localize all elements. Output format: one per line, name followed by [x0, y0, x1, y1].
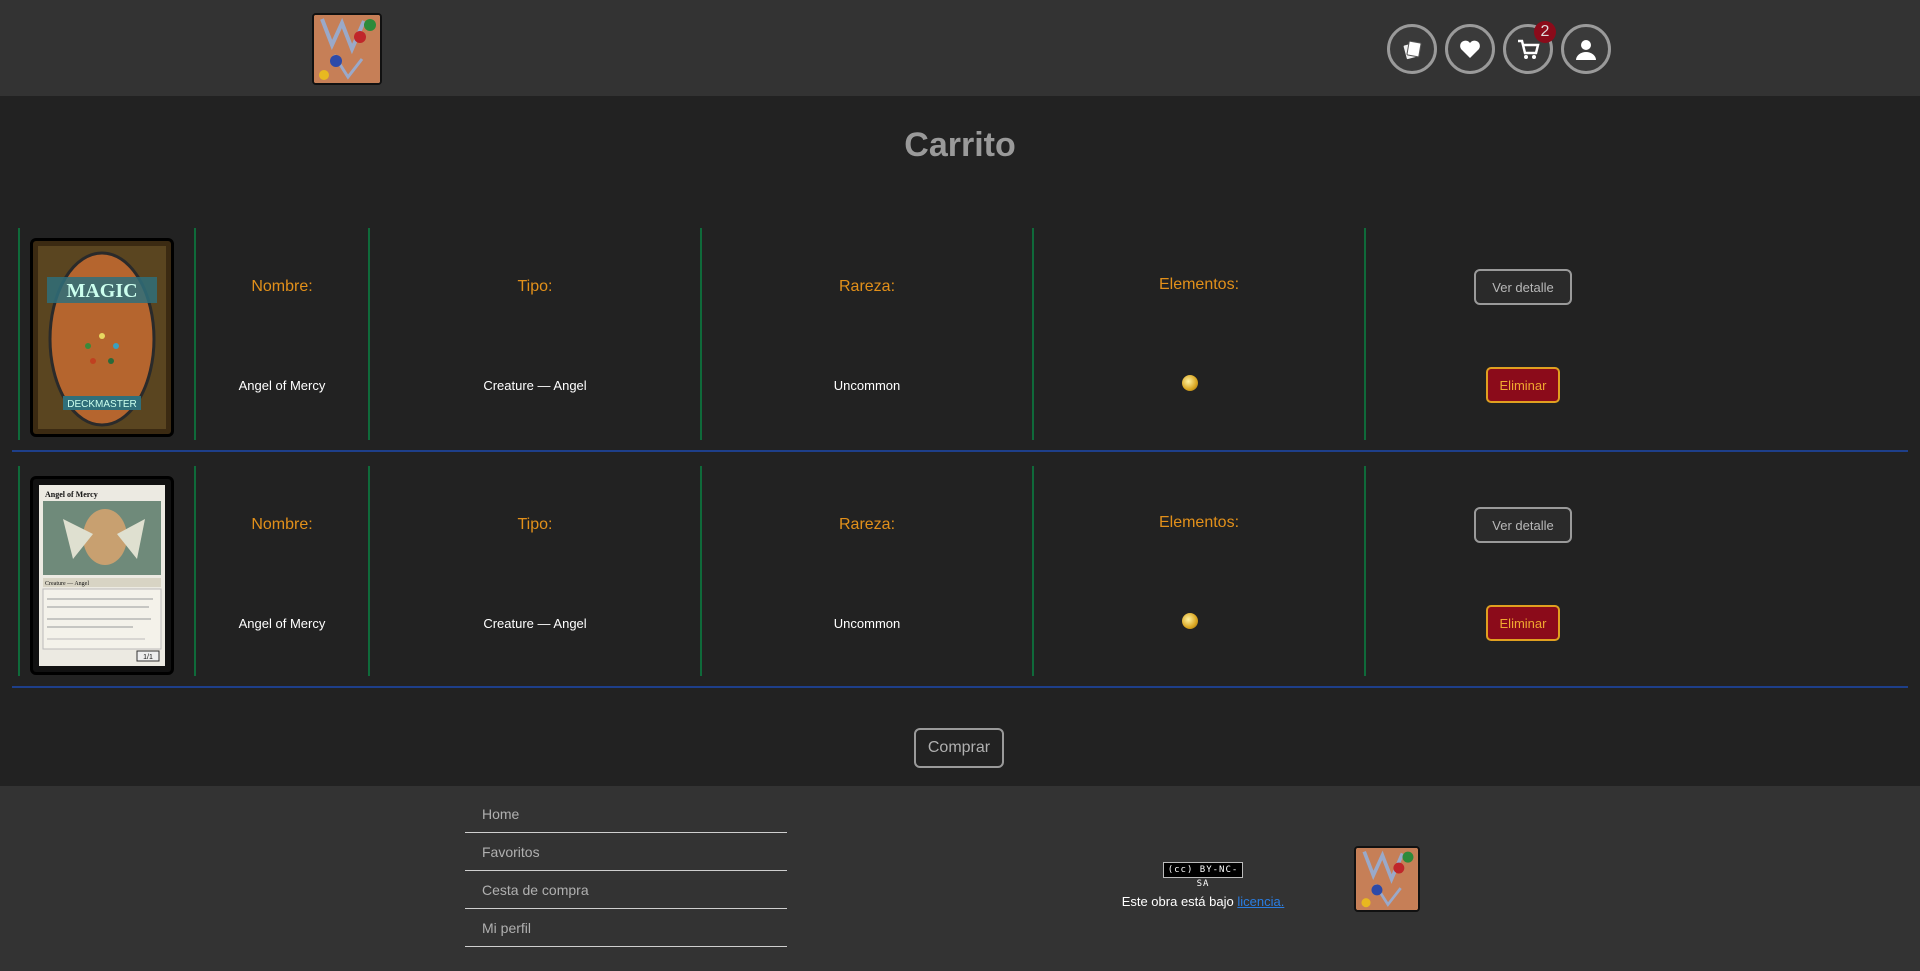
svg-text:Creature — Angel: Creature — Angel: [45, 581, 89, 587]
heart-icon: [1460, 40, 1480, 58]
card-type: Creature — Angel: [483, 616, 587, 631]
footer-logo[interactable]: [1354, 846, 1420, 912]
delete-button[interactable]: Eliminar: [1486, 367, 1560, 403]
logo-art-icon: [314, 15, 380, 83]
row-separator: [12, 450, 1908, 452]
footer: Home Favoritos Cesta de compra Mi perfil…: [0, 786, 1920, 971]
card-front-image: Angel of Mercy Creature — Angel 1/1: [33, 479, 171, 672]
column-divider: [18, 466, 20, 676]
white-mana-icon: [1182, 613, 1198, 629]
row-separator: [12, 686, 1908, 688]
delete-button[interactable]: Eliminar: [1486, 605, 1560, 641]
rarity-label: Rareza:: [838, 278, 896, 295]
svg-text:Angel of Mercy: Angel of Mercy: [45, 490, 98, 499]
card-image[interactable]: Angel of Mercy Creature — Angel 1/1: [30, 476, 174, 675]
svg-text:1/1: 1/1: [143, 654, 153, 661]
column-divider: [18, 228, 20, 440]
footer-link-home[interactable]: Home: [465, 796, 787, 833]
type-label: Tipo:: [517, 278, 553, 295]
cart-button[interactable]: 2: [1503, 21, 1556, 74]
white-mana-icon: [1182, 375, 1198, 391]
cart-count-badge: 2: [1534, 21, 1556, 43]
cart-item-row: Angel of Mercy Creature — Angel 1/1 Nomb…: [12, 466, 1908, 688]
column-divider: [1364, 466, 1366, 676]
logo-art-icon: [1356, 848, 1418, 910]
type-label: Tipo:: [517, 516, 553, 533]
elements-label: Elementos:: [1158, 276, 1240, 293]
cart-item-row: MAGIC DECKMASTER Nombre: Tipo: Rareza: E…: [12, 228, 1908, 452]
card-image[interactable]: MAGIC DECKMASTER: [30, 238, 174, 437]
column-divider: [368, 466, 370, 676]
header: 2: [0, 0, 1920, 96]
view-detail-button[interactable]: Ver detalle: [1474, 507, 1572, 543]
column-divider: [700, 228, 702, 440]
license-link[interactable]: licencia.: [1237, 894, 1284, 909]
card-name: Angel of Mercy: [238, 378, 326, 393]
license-text: Este obra está bajo: [1121, 894, 1234, 909]
card-back-image: MAGIC DECKMASTER: [33, 241, 171, 434]
card-rarity: Uncommon: [833, 616, 901, 631]
profile-button[interactable]: [1561, 24, 1611, 74]
name-label: Nombre:: [251, 516, 313, 533]
view-detail-button[interactable]: Ver detalle: [1474, 269, 1572, 305]
svg-text:DECKMASTER: DECKMASTER: [67, 399, 136, 410]
svg-text:MAGIC: MAGIC: [66, 280, 137, 302]
card-rarity: Uncommon: [833, 378, 901, 393]
rarity-label: Rareza:: [838, 516, 896, 533]
name-label: Nombre:: [251, 278, 313, 295]
license-statement: Este obra está bajo licencia.: [1118, 894, 1288, 909]
header-nav: 2: [1387, 21, 1611, 74]
card-name: Angel of Mercy: [238, 616, 326, 631]
footer-link-favorites[interactable]: Favoritos: [465, 834, 787, 871]
buy-button[interactable]: Comprar: [914, 728, 1004, 768]
column-divider: [1364, 228, 1366, 440]
column-divider: [368, 228, 370, 440]
page-title: Carrito: [904, 126, 1016, 164]
footer-link-cart[interactable]: Cesta de compra: [465, 872, 787, 909]
footer-link-profile[interactable]: Mi perfil: [465, 910, 787, 947]
column-divider: [700, 466, 702, 676]
column-divider: [194, 466, 196, 676]
cards-button[interactable]: [1387, 24, 1437, 74]
card-type: Creature — Angel: [483, 378, 587, 393]
cards-icon: [1403, 40, 1422, 60]
column-divider: [1032, 228, 1034, 440]
favorites-button[interactable]: [1445, 24, 1495, 74]
user-icon: [1576, 40, 1596, 60]
column-divider: [1032, 466, 1034, 676]
site-logo[interactable]: [312, 13, 382, 85]
footer-nav: Home Favoritos Cesta de compra Mi perfil: [465, 796, 787, 948]
column-divider: [194, 228, 196, 440]
cc-license-badge[interactable]: (cc) BY-NC-SA: [1163, 862, 1243, 889]
license-block: (cc) BY-NC-SA Este obra está bajo licenc…: [1118, 862, 1288, 909]
elements-label: Elementos:: [1158, 514, 1240, 531]
